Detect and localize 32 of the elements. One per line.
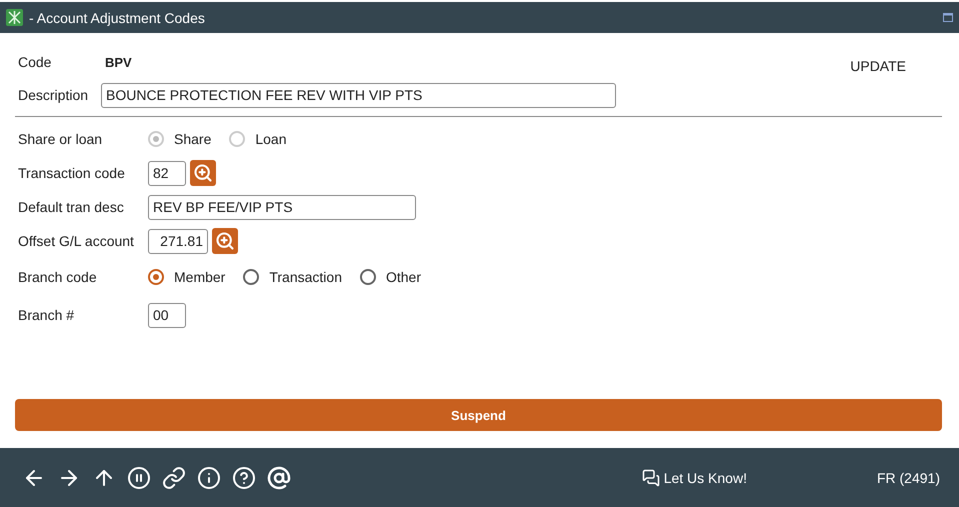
link-icon[interactable] xyxy=(162,466,186,490)
pause-icon[interactable] xyxy=(127,466,151,490)
user-label: FR (2491) xyxy=(876,470,940,486)
at-sign-icon[interactable] xyxy=(267,466,291,490)
app-icon xyxy=(6,9,23,26)
suspend-button[interactable]: Suspend xyxy=(15,399,942,431)
description-label: Description xyxy=(18,87,90,103)
field-label: Share or loan xyxy=(18,131,104,147)
code-label: Code xyxy=(18,54,52,70)
input-field[interactable]: 271.81 xyxy=(148,228,208,254)
input-field[interactable]: 00 xyxy=(148,302,186,328)
help-icon[interactable] xyxy=(232,466,256,490)
description-input[interactable]: BOUNCE PROTECTION FEE REV WITH VIP PTS xyxy=(101,82,616,108)
field-label: Default tran desc xyxy=(18,199,125,215)
radio-option[interactable]: Other xyxy=(360,269,421,285)
search-button[interactable] xyxy=(190,160,216,186)
radio-option[interactable]: Transaction xyxy=(243,269,342,285)
field-label: Branch code xyxy=(18,269,98,285)
input-field[interactable]: REV BP FEE/VIP PTS xyxy=(148,194,416,220)
field-label: Branch # xyxy=(18,307,76,323)
window-title: - Account Adjustment Codes xyxy=(29,10,206,26)
code-value: BPV xyxy=(105,54,133,70)
field-label: Offset G/L account xyxy=(18,233,135,249)
mode-label: UPDATE xyxy=(850,58,906,74)
chat-bubbles-icon xyxy=(642,468,660,486)
input-field[interactable]: 82 xyxy=(148,160,186,186)
radio-option[interactable]: Member xyxy=(148,269,226,285)
maximize-icon[interactable] xyxy=(943,13,953,22)
search-button[interactable] xyxy=(212,228,238,254)
feedback-link[interactable]: Let Us Know! xyxy=(642,468,747,486)
info-icon[interactable] xyxy=(197,466,221,490)
field-label: Transaction code xyxy=(18,165,126,181)
